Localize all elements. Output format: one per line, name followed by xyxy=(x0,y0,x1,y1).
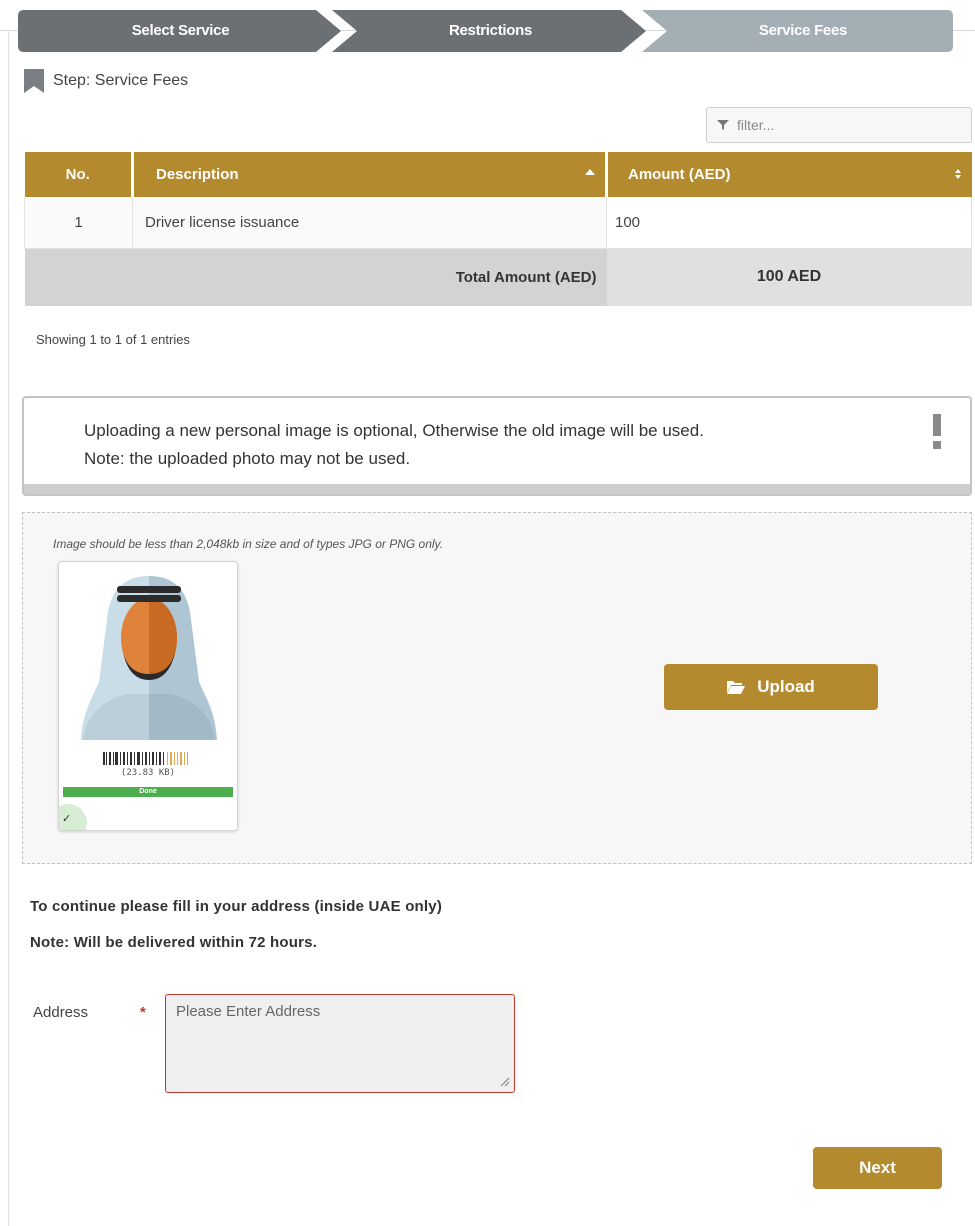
total-value: 100 AED xyxy=(606,248,972,306)
column-header-description-label: Description xyxy=(156,166,239,183)
upload-button-label: Upload xyxy=(757,677,815,696)
barcode-icon xyxy=(103,752,188,765)
exclamation-icon xyxy=(933,414,941,449)
address-label: Address xyxy=(33,1004,89,1021)
sort-ascending-icon xyxy=(585,169,595,175)
wizard-step-select-service[interactable]: Select Service xyxy=(63,10,298,52)
wizard-steps: Select Service Restrictions Service Fees xyxy=(18,10,953,52)
fees-table: No. Description Amount (AED) 1 Driver li… xyxy=(24,152,972,306)
filter-box[interactable] xyxy=(706,107,972,143)
person-avatar-icon xyxy=(81,576,217,740)
sort-icon xyxy=(954,169,961,179)
cell-no: 1 xyxy=(24,197,133,249)
table-info: Showing 1 to 1 of 1 entries xyxy=(36,332,190,347)
table-row[interactable]: 1 Driver license issuance 100 xyxy=(24,197,972,249)
filter-icon xyxy=(717,120,729,130)
cell-description: Driver license issuance xyxy=(132,197,607,249)
upload-button[interactable]: Upload xyxy=(664,664,878,710)
upload-progress-bar: Done xyxy=(63,787,233,797)
column-header-amount-label: Amount (AED) xyxy=(628,166,731,183)
required-asterisk: * xyxy=(140,1004,146,1021)
step-title: Step: Service Fees xyxy=(53,72,189,89)
notice-line-1: Uploading a new personal image is option… xyxy=(84,421,704,440)
column-header-no[interactable]: No. xyxy=(24,152,134,197)
upload-success-badge: ✓ xyxy=(59,804,87,830)
wizard-step-restrictions[interactable]: Restrictions xyxy=(368,10,613,52)
notice-bottom-bar xyxy=(24,484,970,494)
filter-input[interactable] xyxy=(737,117,957,133)
bookmark-icon xyxy=(24,69,44,93)
address-instructions: To continue please fill in your address … xyxy=(30,898,443,915)
cell-amount: 100 xyxy=(606,197,972,249)
notice-box: Uploading a new personal image is option… xyxy=(22,396,972,496)
folder-open-icon xyxy=(727,681,746,694)
total-label: Total Amount (AED) xyxy=(24,248,607,306)
column-header-description[interactable]: Description xyxy=(132,152,608,197)
next-button[interactable]: Next xyxy=(813,1147,942,1189)
total-row: Total Amount (AED) 100 AED xyxy=(24,248,972,306)
uploaded-image-preview[interactable]: (23.83 KB) Done ✓ xyxy=(58,561,238,831)
wizard-step-service-fees[interactable]: Service Fees xyxy=(678,10,928,52)
upload-dropzone[interactable]: Image should be less than 2,048kb in siz… xyxy=(22,512,972,864)
upload-hint: Image should be less than 2,048kb in siz… xyxy=(53,537,443,551)
address-field[interactable] xyxy=(165,994,515,1093)
notice-line-2: Note: the uploaded photo may not be used… xyxy=(84,449,411,468)
resize-handle-icon[interactable] xyxy=(498,1075,510,1087)
frame-left-border xyxy=(8,30,9,1226)
delivery-note: Note: Will be delivered within 72 hours. xyxy=(30,934,318,951)
step-header: Step: Service Fees xyxy=(24,68,188,94)
table-header-row: No. Description Amount (AED) xyxy=(24,152,972,197)
file-size: (23.83 KB) xyxy=(120,768,176,778)
column-header-amount[interactable]: Amount (AED) xyxy=(606,152,972,197)
checkmark-icon: ✓ xyxy=(62,813,72,825)
upload-progress-fill: Done xyxy=(63,787,233,797)
